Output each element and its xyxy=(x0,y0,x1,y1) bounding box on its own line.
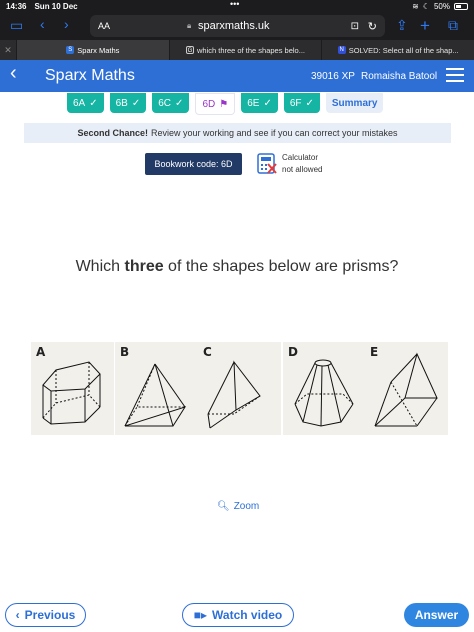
answer-button[interactable]: Answer xyxy=(404,603,469,627)
status-bar: 14:36 Sun 10 Dec ••• ≋ ☾ 50% xyxy=(0,0,474,12)
hexagonal-prism-icon xyxy=(42,361,101,425)
chevron-left-icon: ‹ xyxy=(15,608,20,622)
sidebar-icon[interactable]: ▭ xyxy=(10,17,23,34)
calculator-label: Calculator xyxy=(282,153,319,162)
moon-icon: ☾ xyxy=(422,1,430,11)
new-tab-icon[interactable]: + xyxy=(420,16,430,36)
task-tab-6a[interactable]: 6A ✓ xyxy=(67,93,104,113)
tab-label: which three of the shapes belo... xyxy=(197,45,305,55)
check-icon: ✓ xyxy=(305,97,314,109)
lock-icon: 🔒︎ xyxy=(187,21,192,30)
zoom-button[interactable]: 🔍︎ Zoom xyxy=(217,501,259,512)
triangular-prism-icon xyxy=(207,360,261,429)
task-label: 6E xyxy=(247,97,260,109)
reader-text-size-button[interactable]: AA xyxy=(98,21,110,31)
check-icon: ✓ xyxy=(89,97,98,109)
task-tab-6b[interactable]: 6B ✓ xyxy=(109,93,147,113)
tab-label: SOLVED: Select all of the shap... xyxy=(348,45,459,55)
task-label: 6C xyxy=(158,97,172,109)
task-tab-6e[interactable]: 6E ✓ xyxy=(241,93,278,113)
status-time: 14:36 xyxy=(6,1,27,11)
url-text[interactable]: sparxmaths.uk xyxy=(198,20,270,32)
watch-video-label: Watch video xyxy=(212,608,283,622)
zoom-label: Zoom xyxy=(233,501,260,512)
multitask-dots-icon[interactable]: ••• xyxy=(230,0,239,9)
tab-label: Sparx Maths xyxy=(77,45,120,55)
app-title: Sparx Maths xyxy=(45,67,135,84)
question-emphasis: three xyxy=(124,258,164,275)
close-tab-icon[interactable]: ✕ xyxy=(0,40,16,60)
shape-card-c[interactable]: C xyxy=(198,342,281,435)
tabs-overview-icon[interactable]: ⧉ xyxy=(448,17,458,34)
question-part: Which xyxy=(75,258,125,275)
task-tab-6f[interactable]: 6F ✓ xyxy=(283,93,320,113)
user-name[interactable]: Romaisha Batool xyxy=(361,71,437,82)
battery-icon xyxy=(454,2,468,10)
magnifier-icon: 🔍︎ xyxy=(217,501,230,512)
calculator-status: Calculator not allowed xyxy=(282,152,322,176)
app-header: ‹ Sparx Maths 39016 XP Romaisha Batool xyxy=(0,60,474,92)
video-camera-icon: ■▸ xyxy=(193,608,208,622)
tab-bar: ✕ S Sparx Maths G which three of the sha… xyxy=(0,40,474,60)
numerade-favicon-icon: N xyxy=(337,46,346,54)
shape-card-b[interactable]: B xyxy=(115,342,198,435)
check-icon: ✓ xyxy=(131,97,141,109)
tab-numerade[interactable]: N SOLVED: Select all of the shap... xyxy=(321,40,474,60)
back-chevron-icon[interactable]: ‹ xyxy=(10,62,17,85)
task-label: 6F xyxy=(289,97,302,109)
xp-count: 39016 XP xyxy=(311,70,355,82)
status-date: Sun 10 Dec xyxy=(34,1,78,11)
browser-toolbar: ▭ ‹ › AA 🔒︎ sparxmaths.uk ⊡ ↻ ⇪ + ⧉ xyxy=(0,12,474,40)
second-chance-banner: Second Chance! Review your working and s… xyxy=(24,123,451,143)
reader-icon[interactable]: ⊡ xyxy=(351,21,359,32)
previous-button[interactable]: ‹ Previous xyxy=(5,603,86,627)
shape-card-e[interactable]: E xyxy=(365,342,448,435)
task-tab-6d[interactable]: 6D ⚑ xyxy=(195,93,236,115)
question-part: of the shapes below are prisms? xyxy=(163,258,399,275)
task-tab-6c[interactable]: 6C ✓ xyxy=(152,93,190,113)
back-arrow-icon[interactable]: ‹ xyxy=(40,16,45,32)
url-bar[interactable]: AA 🔒︎ sparxmaths.uk ⊡ ↻ xyxy=(90,15,385,37)
google-favicon-icon: G xyxy=(186,46,194,54)
sparx-favicon-icon: S xyxy=(66,46,75,54)
tab-sparx-maths[interactable]: S Sparx Maths xyxy=(16,40,169,60)
reload-icon[interactable]: ↻ xyxy=(368,20,377,33)
watch-video-button[interactable]: ■▸ Watch video xyxy=(182,603,294,627)
calculator-not-allowed: not allowed xyxy=(282,165,323,174)
second-chance-title: Second Chance! xyxy=(77,128,148,138)
task-label: 6B xyxy=(115,97,128,109)
previous-label: Previous xyxy=(24,608,76,622)
bookwork-code-button[interactable]: Bookwork code: 6D xyxy=(145,153,242,175)
check-icon: ✓ xyxy=(263,97,272,109)
wifi-icon: ≋ xyxy=(412,1,419,11)
flag-icon: ⚑ xyxy=(219,98,229,110)
task-tabs: 6A ✓ 6B ✓ 6C ✓ 6D ⚑ 6E ✓ 6F ✓ Summary xyxy=(67,93,384,115)
second-chance-text: Review your working and see if you can c… xyxy=(150,128,398,138)
battery-percent: 50% xyxy=(433,1,450,11)
triangular-prism-icon xyxy=(374,352,438,427)
question-text: Which three of the shapes below are pris… xyxy=(0,258,474,276)
hexagonal-frustum-icon xyxy=(294,359,354,427)
square-pyramid-icon xyxy=(124,363,187,427)
forward-arrow-icon[interactable]: › xyxy=(64,16,69,32)
calculator-crossed-icon xyxy=(257,153,277,174)
shape-card-d[interactable]: D xyxy=(283,342,366,435)
task-label: 6D xyxy=(202,98,216,110)
summary-tab[interactable]: Summary xyxy=(325,93,384,113)
task-label: 6A xyxy=(73,97,86,109)
hamburger-menu-icon[interactable] xyxy=(446,68,464,86)
share-icon[interactable]: ⇪ xyxy=(396,17,408,34)
tab-google-search[interactable]: G which three of the shapes belo... xyxy=(168,40,322,60)
shape-card-a[interactable]: A xyxy=(31,342,114,435)
check-icon: ✓ xyxy=(175,97,184,109)
